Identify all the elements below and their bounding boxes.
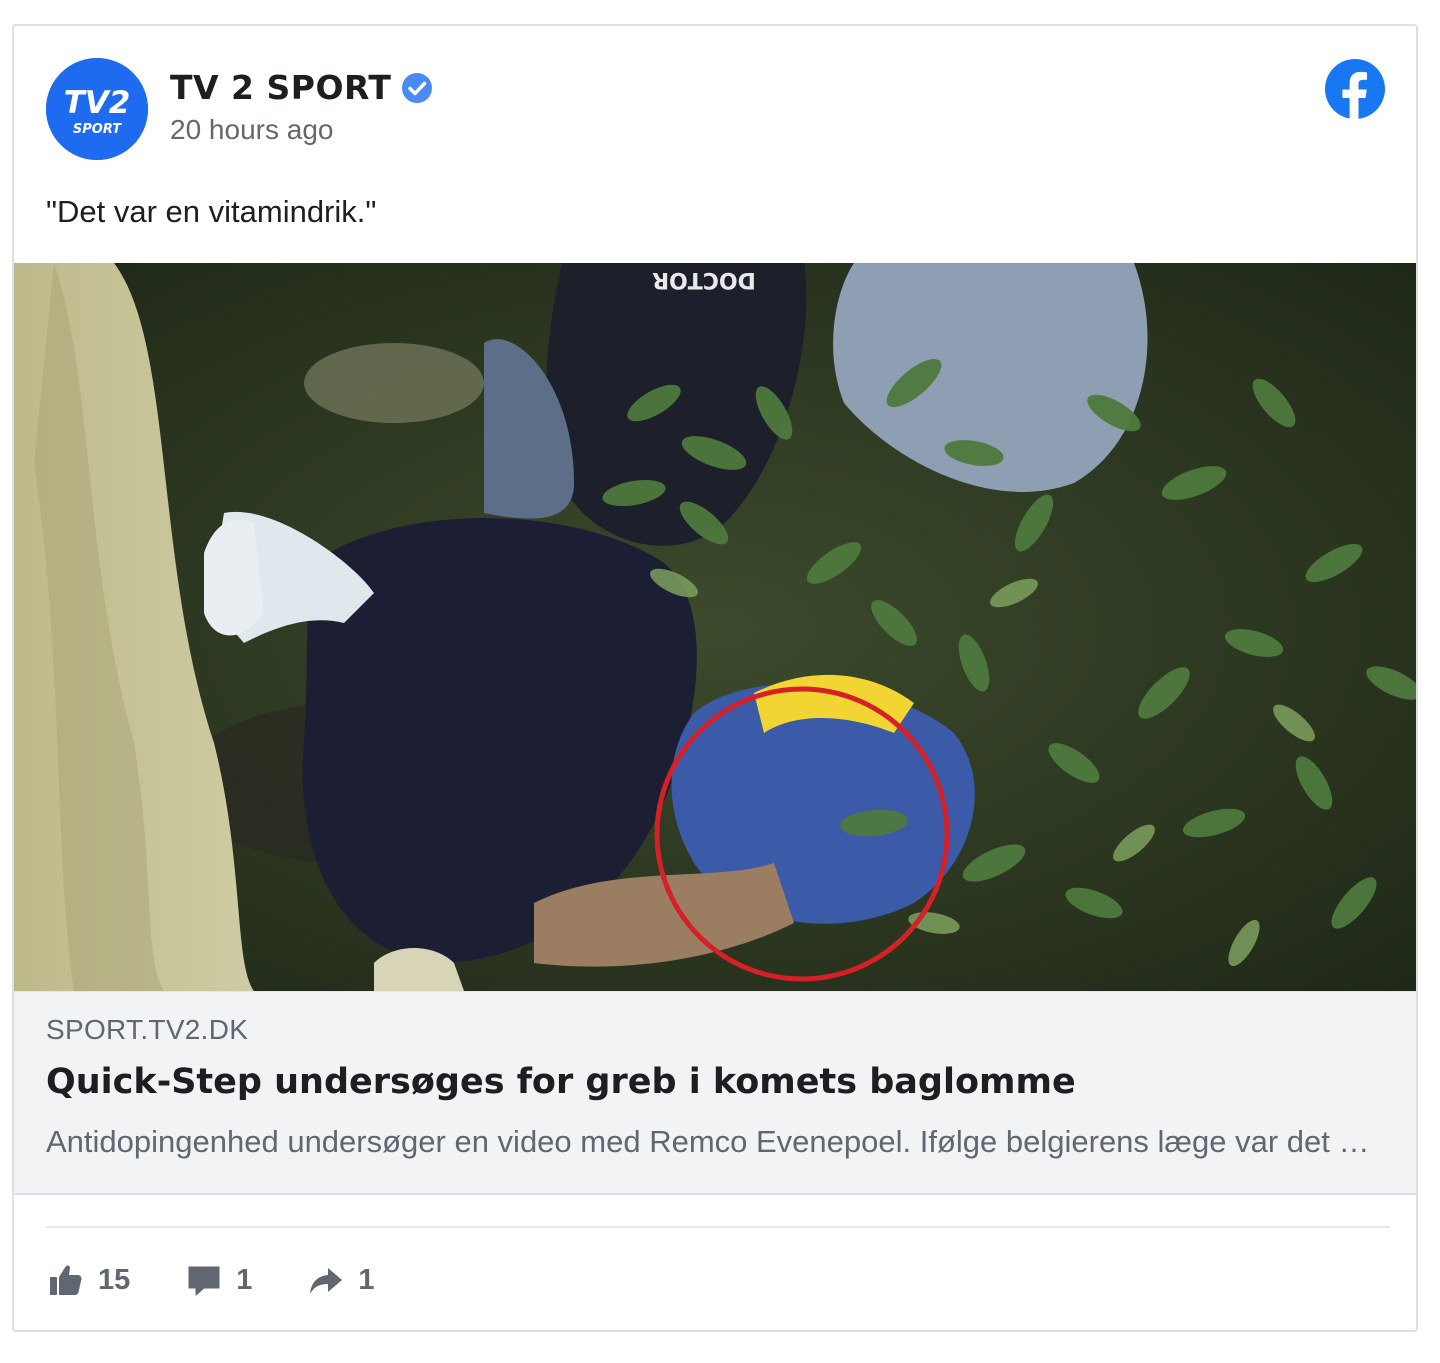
cyclist-photo: DOCTOR xyxy=(14,263,1416,991)
like-icon xyxy=(50,1265,82,1295)
shirt-print-text: DOCTOR xyxy=(652,267,756,292)
avatar-logo-subtext: SPORT xyxy=(73,122,122,137)
page-avatar[interactable]: TV2 SPORT xyxy=(46,58,148,160)
like-button[interactable]: 15 xyxy=(48,1262,130,1298)
comment-icon xyxy=(188,1266,220,1296)
comment-button[interactable]: 1 xyxy=(186,1262,252,1298)
link-domain: SPORT.TV2.DK xyxy=(46,1014,249,1045)
share-count: 1 xyxy=(358,1263,375,1296)
like-count: 15 xyxy=(98,1263,131,1296)
facebook-icon[interactable] xyxy=(1324,58,1386,120)
comment-count: 1 xyxy=(236,1263,253,1296)
tv2-sport-logo-icon: TV2 SPORT xyxy=(46,58,148,160)
actions-divider xyxy=(46,1226,1390,1228)
post-card: TV2 SPORT TV 2 SPORT 20 hours ago "Det v… xyxy=(12,24,1418,1332)
share-icon xyxy=(310,1268,343,1294)
link-description: Antidopingenhed undersøger en video med … xyxy=(46,1124,1386,1159)
avatar-logo-text: TV2 xyxy=(64,85,131,121)
post-text: "Det var en vitamindrik." xyxy=(46,194,377,229)
link-title[interactable]: Quick-Step undersøges for greb i komets … xyxy=(46,1062,1076,1102)
page-name-text[interactable]: TV 2 SPORT xyxy=(170,68,391,107)
verified-badge-icon xyxy=(401,72,433,104)
post-image[interactable]: DOCTOR xyxy=(14,263,1416,991)
post-timestamp[interactable]: 20 hours ago xyxy=(170,114,333,146)
share-button[interactable]: 1 xyxy=(308,1262,375,1298)
post-actions: 15 1 1 xyxy=(48,1262,431,1298)
link-preview[interactable]: SPORT.TV2.DK Quick-Step undersøges for g… xyxy=(14,991,1416,1195)
page-name[interactable]: TV 2 SPORT xyxy=(170,68,433,107)
